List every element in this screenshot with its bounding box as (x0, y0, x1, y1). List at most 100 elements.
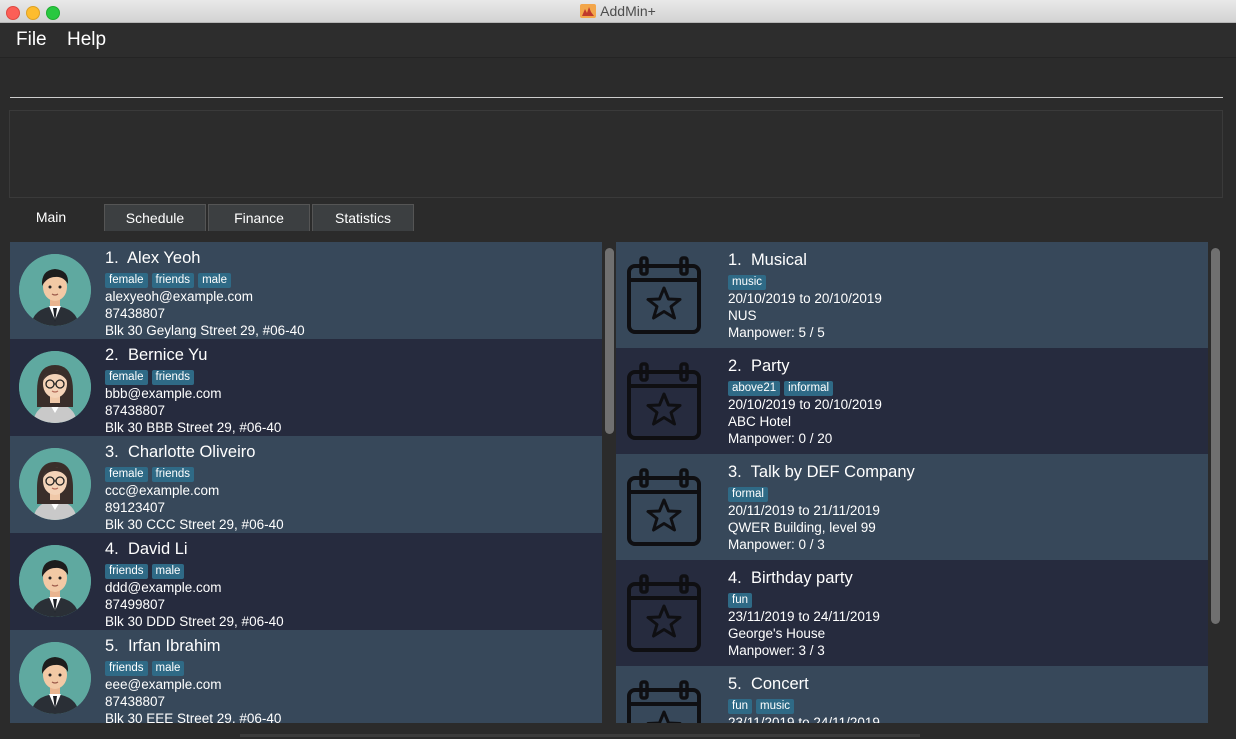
event-info: 1. Musical music 20/10/2019 to 20/10/2019 N… (728, 250, 882, 341)
event-tags: formal (728, 484, 915, 502)
event-card[interactable]: 5. Concert fun music 23/11/2019 to 24/11/20… (616, 666, 1208, 723)
avatar (19, 254, 91, 326)
tag-label: male (198, 273, 231, 288)
event-name: 2. Party (728, 356, 882, 376)
calendar-star-icon (627, 468, 701, 548)
person-phone: 87438807 (105, 306, 166, 321)
person-list-scrollbar[interactable] (605, 248, 614, 434)
event-tags: above21 informal (728, 378, 882, 396)
person-card[interactable]: 4. David Li friends male ddd@example.com 874… (10, 533, 602, 630)
person-tags: female friends (105, 464, 284, 482)
event-info: 3. Talk by DEF Company formal 20/11/2019 t… (728, 462, 915, 553)
event-info: 4. Birthday party fun 23/11/2019 to 24/11/… (728, 568, 880, 659)
event-dates: 23/11/2019 to 24/11/2019 (728, 609, 880, 624)
person-index: 2. (105, 346, 119, 364)
person-card[interactable]: 2. Bernice Yu female friends bbb@example.co… (10, 339, 602, 436)
person-email: alexyeoh@example.com (105, 289, 254, 304)
person-name: 2. Bernice Yu (105, 345, 281, 365)
tag-label: music (756, 699, 795, 714)
person-name-text: Alex Yeoh (127, 249, 201, 267)
person-address: Blk 30 CCC Street 29, #06-40 (105, 517, 284, 532)
person-info: 1. Alex Yeoh female friends male alexyeoh@ex… (105, 248, 305, 339)
person-phone: 87438807 (105, 694, 166, 709)
event-venue: ABC Hotel (728, 414, 792, 429)
event-card[interactable]: 3. Talk by DEF Company formal 20/11/2019 t… (616, 454, 1208, 560)
tag-label: music (728, 275, 767, 290)
person-tags: female friends (105, 367, 281, 385)
command-input[interactable] (10, 63, 1223, 98)
event-name-text: Musical (750, 251, 807, 269)
calendar-star-icon (627, 574, 701, 654)
event-tags: fun (728, 590, 880, 608)
event-name: 4. Birthday party (728, 568, 880, 588)
person-address: Blk 30 EEE Street 29, #06-40 (105, 711, 282, 723)
event-venue: George's House (728, 626, 826, 641)
event-name-text: Talk by DEF Company (750, 463, 915, 481)
person-email: eee@example.com (105, 677, 222, 692)
person-tags: friends male (105, 561, 284, 579)
tag-label: fun (728, 593, 752, 608)
event-name-text: Concert (750, 675, 809, 693)
calendar-star-icon (627, 680, 701, 723)
person-index: 1. (105, 249, 119, 267)
tab-schedule[interactable]: Schedule (104, 204, 206, 231)
tag-label: friends (105, 564, 148, 579)
person-card[interactable]: 5. Irfan Ibrahim friends male eee@example.c… (10, 630, 602, 723)
person-name-text: David Li (127, 540, 188, 558)
tab-main[interactable]: Main (0, 204, 102, 231)
menu-help[interactable]: Help (67, 29, 106, 51)
person-phone: 87438807 (105, 403, 166, 418)
tag-label: friends (151, 370, 195, 385)
event-name: 5. Concert (728, 674, 880, 694)
event-info: 5. Concert fun music 23/11/2019 to 24/11/20… (728, 674, 880, 723)
avatar (19, 545, 91, 617)
event-index: 5. (728, 675, 742, 693)
person-card[interactable]: 1. Alex Yeoh female friends male alexyeoh@ex… (10, 242, 602, 339)
event-name-text: Birthday party (750, 569, 853, 587)
event-venue: NUS (728, 308, 757, 323)
event-name: 1. Musical (728, 250, 882, 270)
avatar (19, 642, 91, 714)
person-email: bbb@example.com (105, 386, 222, 401)
tag-label: friends (151, 273, 195, 288)
tab-statistics[interactable]: Statistics (312, 204, 414, 231)
tag-label: female (105, 273, 148, 288)
event-card[interactable]: 2. Party above21 informal 20/10/2019 to 20/… (616, 348, 1208, 454)
horizontal-scrollbar[interactable] (240, 734, 920, 737)
event-list-panel: 1. Musical music 20/10/2019 to 20/10/2019 N… (616, 242, 1208, 723)
person-tags: friends male (105, 658, 281, 676)
event-tags: fun music (728, 696, 880, 714)
person-info: 2. Bernice Yu female friends bbb@example.co… (105, 345, 281, 436)
person-name-text: Charlotte Oliveiro (127, 443, 256, 461)
person-address: Blk 30 Geylang Street 29, #06-40 (105, 323, 305, 338)
person-email: ccc@example.com (105, 483, 220, 498)
event-venue: QWER Building, level 99 (728, 520, 876, 535)
person-name: 5. Irfan Ibrahim (105, 636, 281, 656)
menu-bar: File Help (0, 23, 1236, 58)
person-info: 5. Irfan Ibrahim friends male eee@example.c… (105, 636, 281, 723)
person-name: 4. David Li (105, 539, 284, 559)
event-index: 1. (728, 251, 742, 269)
person-phone: 89123407 (105, 500, 166, 515)
tag-label: male (151, 661, 185, 676)
event-list-scrollbar[interactable] (1211, 248, 1220, 624)
result-display (9, 110, 1223, 198)
title-bar: AddMin+ (0, 0, 1236, 23)
person-name-text: Irfan Ibrahim (127, 637, 221, 655)
event-card[interactable]: 1. Musical music 20/10/2019 to 20/10/2019 N… (616, 242, 1208, 348)
event-card[interactable]: 4. Birthday party fun 23/11/2019 to 24/11/… (616, 560, 1208, 666)
tab-finance[interactable]: Finance (208, 204, 310, 231)
tag-label: female (105, 467, 148, 482)
window-title: AddMin+ (600, 3, 656, 19)
person-name: 1. Alex Yeoh (105, 248, 305, 268)
person-card[interactable]: 3. Charlotte Oliveiro female friends ccc@ex… (10, 436, 602, 533)
menu-file[interactable]: File (16, 29, 47, 51)
window-title-area: AddMin+ (0, 3, 1236, 19)
person-index: 5. (105, 637, 119, 655)
tag-label: friends (151, 467, 195, 482)
app-icon (580, 4, 597, 18)
person-index: 3. (105, 443, 119, 461)
person-index: 4. (105, 540, 119, 558)
tag-label: male (151, 564, 185, 579)
person-name: 3. Charlotte Oliveiro (105, 442, 284, 462)
